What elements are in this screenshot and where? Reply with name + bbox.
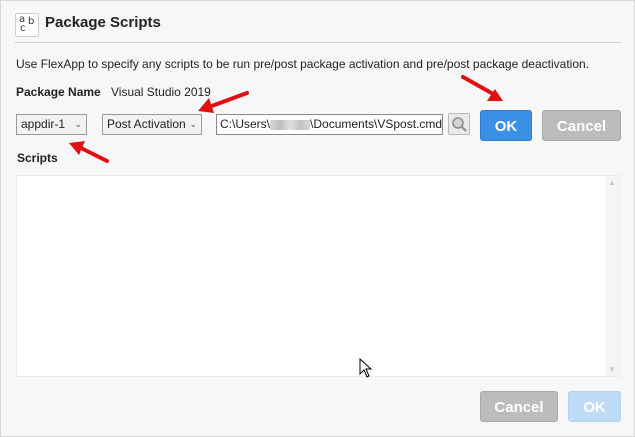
annotation-arrow-event-select [198, 91, 249, 113]
mouse-cursor-icon [359, 358, 373, 378]
event-select-value: Post Activation [107, 117, 186, 131]
scope-select-value: appdir-1 [21, 117, 66, 131]
annotation-arrow-ok [461, 75, 503, 101]
chevron-down-icon: ⌄ [74, 119, 82, 129]
script-path-input[interactable]: C:\Users\ \Documents\VSpost.cmd [216, 114, 443, 135]
redacted-username [270, 119, 311, 130]
package-scripts-dialog: a b c Package Scripts Use FlexApp to spe… [0, 0, 635, 437]
scripts-scrollbar[interactable]: ▲ ▼ [605, 176, 619, 376]
footer-ok-button[interactable]: OK [568, 391, 621, 422]
scope-select[interactable]: appdir-1 ⌄ [16, 114, 87, 135]
scripts-textarea[interactable]: ▲ ▼ [16, 175, 620, 377]
search-icon [452, 117, 467, 132]
event-select[interactable]: Post Activation ⌄ [102, 114, 202, 135]
scroll-down-icon[interactable]: ▼ [608, 365, 616, 374]
dialog-title: Package Scripts [45, 14, 161, 31]
abc-icon: a b c [15, 13, 39, 37]
title-divider [15, 42, 621, 43]
cancel-button[interactable]: Cancel [542, 110, 621, 141]
chevron-down-icon: ⌄ [187, 115, 197, 134]
dialog-description: Use FlexApp to specify any scripts to be… [16, 57, 589, 71]
footer-cancel-button[interactable]: Cancel [480, 391, 558, 422]
path-prefix: C:\Users\ [220, 117, 271, 131]
ok-button[interactable]: OK [480, 110, 532, 141]
browse-button[interactable] [448, 113, 470, 135]
path-suffix: \Documents\VSpost.cmd [310, 117, 443, 131]
scripts-label: Scripts [17, 151, 58, 165]
package-name-label: Package Name [16, 85, 101, 99]
scroll-up-icon[interactable]: ▲ [608, 178, 616, 187]
annotation-arrow-scope-select [69, 141, 109, 163]
